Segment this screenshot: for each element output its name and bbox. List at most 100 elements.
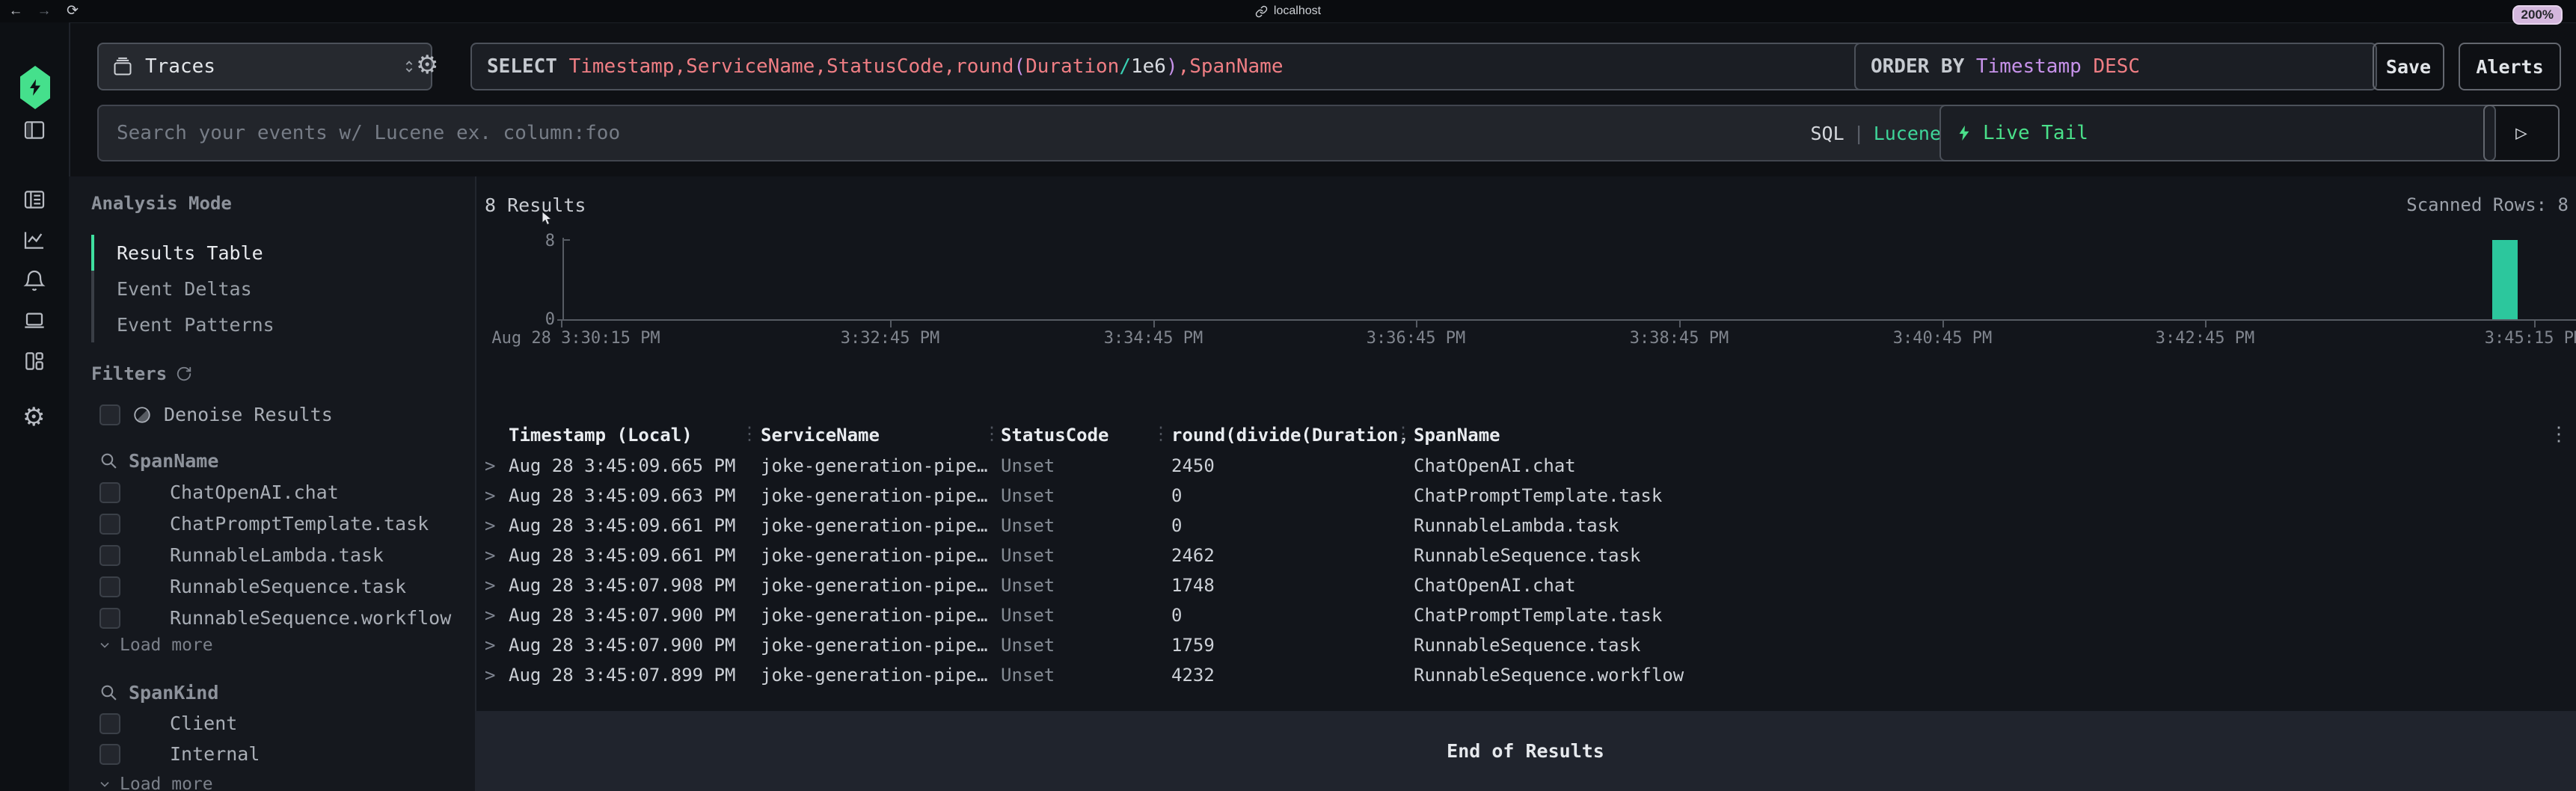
cell-servicename: joke-generation-pipe… — [761, 515, 987, 536]
filter-group-spanname-header: SpanName — [99, 450, 218, 472]
search-icon[interactable] — [99, 452, 118, 470]
table-options-kebab-icon[interactable]: ⋮ — [2549, 423, 2569, 446]
filter-item: RunnableSequence.workflow — [99, 607, 451, 629]
denoise-label[interactable]: Denoise Results — [164, 404, 333, 425]
chevron-down-icon — [97, 638, 112, 653]
cell-servicename: joke-generation-pipe… — [761, 455, 987, 476]
order-by-input[interactable]: ORDER BY Timestamp DESC — [1854, 43, 2377, 90]
filters-title: Filters — [91, 363, 192, 384]
sql-toggle[interactable]: SQL — [1810, 123, 1844, 144]
cell-timestamp: Aug 28 3:45:07.908 PM — [509, 575, 735, 596]
row-expander-icon[interactable]: > — [485, 575, 495, 596]
x-tick — [890, 321, 892, 327]
x-tick — [2205, 321, 2207, 327]
cell-duration: 0 — [1171, 605, 1182, 626]
table-row[interactable]: > Aug 28 3:45:07.900 PM joke-generation-… — [475, 600, 2576, 630]
filters-refresh-icon[interactable] — [176, 366, 192, 382]
filter-item-label[interactable]: Client — [170, 712, 237, 734]
filter-item-label[interactable]: Internal — [170, 743, 260, 765]
filter-item-label[interactable]: RunnableSequence.workflow — [170, 607, 451, 629]
row-expander-icon[interactable]: > — [485, 665, 495, 686]
cell-spanname: ChatOpenAI.chat — [1414, 575, 1576, 596]
cell-spanname: ChatPromptTemplate.task — [1414, 485, 1662, 506]
cell-servicename: joke-generation-pipe… — [761, 665, 987, 686]
nav-item-event-patterns[interactable]: Event Patterns — [91, 307, 450, 342]
filter-checkbox[interactable] — [99, 545, 120, 566]
nav-item-results-table[interactable]: Results Table — [91, 235, 450, 271]
row-expander-icon[interactable]: > — [485, 545, 495, 566]
filter-checkbox[interactable] — [99, 744, 120, 765]
filter-item-label[interactable]: ChatOpenAI.chat — [170, 481, 339, 503]
lightning-bolt-icon — [1956, 123, 1972, 144]
table-row[interactable]: > Aug 28 3:45:09.661 PM joke-generation-… — [475, 511, 2576, 541]
filter-checkbox[interactable] — [99, 482, 120, 503]
browser-titlebar: ← → ⟳ localhost — [0, 0, 2576, 23]
filter-checkbox[interactable] — [99, 576, 120, 597]
filter-item-label[interactable]: RunnableLambda.task — [170, 544, 384, 566]
column-header-timestamp: Timestamp (Local) — [509, 425, 693, 446]
live-tail-button[interactable]: Live Tail — [1939, 105, 2496, 161]
settings-gear-icon[interactable]: ⚙ — [22, 404, 46, 428]
table-row[interactable]: > Aug 28 3:45:09.663 PM joke-generation-… — [475, 481, 2576, 511]
cell-duration: 0 — [1171, 515, 1182, 536]
order-by-field: Timestamp — [1976, 55, 2094, 78]
lucene-toggle[interactable]: Lucene — [1874, 123, 1941, 144]
filter-checkbox[interactable] — [99, 608, 120, 629]
source-select[interactable]: Traces — [97, 43, 432, 90]
table-row[interactable]: > Aug 28 3:45:09.665 PM joke-generation-… — [475, 451, 2576, 481]
filter-item-label[interactable]: ChatPromptTemplate.task — [170, 513, 429, 535]
cell-timestamp: Aug 28 3:45:07.899 PM — [509, 665, 735, 686]
column-header-spanname: SpanName — [1414, 425, 1500, 446]
table-row[interactable]: > Aug 28 3:45:09.661 PM joke-generation-… — [475, 541, 2576, 570]
live-tail-label: Live Tail — [1983, 122, 2088, 144]
row-expander-icon[interactable]: > — [485, 455, 495, 476]
column-resize-handle[interactable]: ⋮ — [740, 423, 758, 444]
table-row[interactable]: > Aug 28 3:45:07.908 PM joke-generation-… — [475, 570, 2576, 600]
search-input[interactable] — [115, 121, 1803, 145]
x-tick — [1942, 321, 1944, 327]
cell-statuscode: Unset — [1001, 455, 1055, 476]
column-resize-handle[interactable]: ⋮ — [1394, 423, 1412, 444]
filter-group-spankind-header: SpanKind — [99, 682, 218, 704]
cell-statuscode: Unset — [1001, 635, 1055, 656]
source-settings-gear-icon[interactable]: ⚙ — [416, 52, 438, 78]
browser-zoom-badge: 200% — [2512, 5, 2563, 25]
row-expander-icon[interactable]: > — [485, 605, 495, 626]
load-more-spanname[interactable]: Load more — [97, 635, 213, 655]
save-button[interactable]: Save — [2373, 43, 2444, 90]
row-expander-icon[interactable]: > — [485, 485, 495, 506]
alerts-bell-icon[interactable] — [22, 268, 46, 292]
filter-checkbox[interactable] — [99, 713, 120, 734]
filter-item: Client — [99, 712, 237, 734]
app-root: ← → ⟳ localhost 200% — [0, 0, 2576, 791]
mouse-cursor — [542, 211, 554, 227]
row-expander-icon[interactable]: > — [485, 515, 495, 536]
sidebar-toggle-icon[interactable] — [22, 118, 46, 142]
cell-statuscode: Unset — [1001, 545, 1055, 566]
table-row[interactable]: > Aug 28 3:45:07.899 PM joke-generation-… — [475, 660, 2576, 690]
y-axis-tick-zero: 0 — [540, 310, 555, 329]
cell-servicename: joke-generation-pipe… — [761, 575, 987, 596]
dashboards-icon[interactable] — [22, 349, 46, 373]
chart-explorer-icon[interactable] — [22, 228, 46, 252]
search-logs-icon[interactable] — [22, 188, 46, 212]
table-row[interactable]: > Aug 28 3:45:07.900 PM joke-generation-… — [475, 630, 2576, 660]
scanned-rows: Scanned Rows: 8 — [2406, 194, 2569, 215]
sessions-laptop-icon[interactable] — [22, 309, 46, 333]
alerts-button[interactable]: Alerts — [2459, 43, 2561, 90]
filter-checkbox[interactable] — [99, 514, 120, 535]
nav-item-event-deltas[interactable]: Event Deltas — [91, 271, 450, 307]
chevron-down-icon — [97, 777, 112, 791]
select-query-input[interactable]: SELECT Timestamp,ServiceName,StatusCode,… — [470, 43, 1871, 90]
histogram-bar[interactable] — [2492, 240, 2518, 319]
denoise-checkbox[interactable] — [99, 404, 120, 425]
search-icon[interactable] — [99, 683, 118, 702]
column-resize-handle[interactable]: ⋮ — [983, 423, 1001, 444]
row-expander-icon[interactable]: > — [485, 635, 495, 656]
run-query-button[interactable]: ▷ — [2483, 105, 2560, 161]
filter-item-label[interactable]: RunnableSequence.task — [170, 576, 406, 597]
x-tick — [2534, 321, 2536, 327]
load-more-spankind[interactable]: Load more — [97, 775, 213, 791]
select-fields-1: Timestamp,ServiceName,StatusCode, — [569, 55, 956, 78]
column-resize-handle[interactable]: ⋮ — [1152, 423, 1170, 444]
